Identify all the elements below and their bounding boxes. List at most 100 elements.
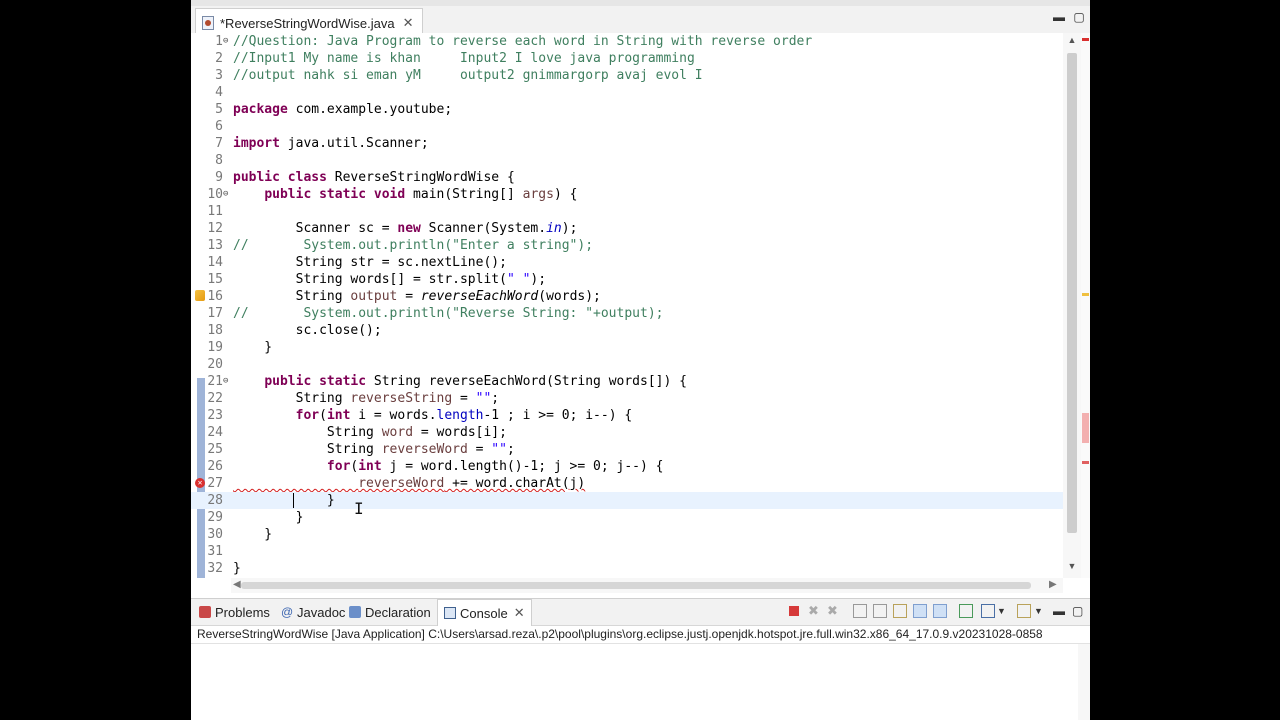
line-number: 5 bbox=[215, 102, 223, 117]
code-line[interactable]: 3 //output nahk si eman yM output2 gnimm… bbox=[191, 67, 1063, 84]
code-editor[interactable]: 1 ⊖ //Question: Java Program to reverse … bbox=[191, 33, 1090, 593]
code-line[interactable]: 32 } bbox=[191, 560, 1063, 578]
toolbar-strip bbox=[191, 0, 1090, 6]
code-line[interactable]: 14 String str = sc.nextLine(); bbox=[191, 254, 1063, 271]
bottom-view-panel: Problems @ Javadoc Declaration Console ✕… bbox=[191, 598, 1090, 720]
line-number: 14 bbox=[207, 255, 223, 270]
code-text: //Input1 My name is khan Input2 I love j… bbox=[233, 51, 695, 66]
code-line[interactable]: 30 } bbox=[191, 526, 1063, 543]
error-marker-icon[interactable] bbox=[1082, 38, 1089, 41]
warning-marker-icon[interactable] bbox=[1082, 293, 1089, 296]
line-number: 25 bbox=[207, 442, 223, 457]
fold-collapse-icon[interactable]: ⊖ bbox=[223, 373, 228, 390]
ibeam-cursor-icon: I bbox=[354, 499, 364, 518]
code-line[interactable]: 22 String reverseString = ""; bbox=[191, 390, 1063, 407]
line-number: 9 bbox=[215, 170, 223, 185]
code-line[interactable]: 9 public class ReverseStringWordWise { bbox=[191, 169, 1063, 186]
code-line[interactable]: 1 ⊖ //Question: Java Program to reverse … bbox=[191, 33, 1063, 50]
code-text: reverseWord += word.charAt(j) bbox=[358, 476, 586, 491]
code-line[interactable]: 23 for(int i = words.length-1 ; i >= 0; … bbox=[191, 407, 1063, 424]
tab-console[interactable]: Console ✕ bbox=[437, 599, 532, 626]
tab-declaration[interactable]: Declaration bbox=[349, 599, 431, 625]
code-text: String words[] = str.split(" "); bbox=[233, 272, 547, 287]
code-line[interactable]: 6 bbox=[191, 118, 1063, 135]
open-console-icon[interactable] bbox=[1017, 604, 1031, 618]
code-text: public static void main(String[] args) { bbox=[264, 187, 578, 202]
code-line[interactable]: 19 } bbox=[191, 339, 1063, 356]
console-scrollbar[interactable] bbox=[1078, 644, 1090, 720]
code-line[interactable]: 16 String output = reverseEachWord(words… bbox=[191, 288, 1063, 305]
code-line[interactable]: 18 sc.close(); bbox=[191, 322, 1063, 339]
terminate-icon[interactable] bbox=[789, 606, 799, 616]
remove-launch-icon[interactable]: ✖ bbox=[808, 604, 822, 618]
word-wrap-icon[interactable] bbox=[893, 604, 907, 618]
scroll-up-icon[interactable]: ▲ bbox=[1066, 35, 1078, 45]
show-on-error-icon[interactable] bbox=[933, 604, 947, 618]
fold-collapse-icon[interactable]: ⊖ bbox=[223, 33, 228, 50]
code-line[interactable]: ✕ 27 reverseWord += word.charAt(j) bbox=[191, 475, 1063, 492]
code-line[interactable]: 24 String word = words[i]; bbox=[191, 424, 1063, 441]
tab-problems[interactable]: Problems bbox=[199, 599, 270, 625]
scroll-lock-icon[interactable] bbox=[873, 604, 887, 618]
tab-problems-label: Problems bbox=[215, 604, 270, 620]
code-line[interactable]: 12 Scanner sc = new Scanner(System.in); bbox=[191, 220, 1063, 237]
code-line[interactable]: 5 package com.example.youtube; bbox=[191, 101, 1063, 118]
code-line[interactable]: 11 bbox=[191, 203, 1063, 220]
console-output[interactable] bbox=[191, 643, 1090, 720]
pin-console-icon[interactable] bbox=[959, 604, 973, 618]
line-number: 19 bbox=[207, 340, 223, 355]
scroll-down-icon[interactable]: ▼ bbox=[1066, 561, 1078, 571]
error-marker-icon[interactable] bbox=[1082, 461, 1089, 464]
console-icon bbox=[444, 607, 456, 619]
show-on-output-icon[interactable] bbox=[913, 604, 927, 618]
line-number: 4 bbox=[215, 85, 223, 100]
code-line[interactable]: 17 // System.out.println("Reverse String… bbox=[191, 305, 1063, 322]
clear-console-icon[interactable] bbox=[853, 604, 867, 618]
editor-horizontal-scrollbar[interactable]: ◀ ▶ bbox=[231, 578, 1063, 593]
code-line-current[interactable]: 28 } bbox=[191, 492, 1063, 509]
code-line[interactable]: 13 // System.out.println("Enter a string… bbox=[191, 237, 1063, 254]
editor-vertical-scrollbar[interactable]: ▲ ▼ bbox=[1063, 33, 1081, 578]
line-number: 18 bbox=[207, 323, 223, 338]
code-text: for(int j = word.length()-1; j >= 0; j--… bbox=[326, 459, 664, 474]
scroll-right-icon[interactable]: ▶ bbox=[1049, 579, 1057, 590]
code-line[interactable]: 20 bbox=[191, 356, 1063, 373]
code-text: //Question: Java Program to reverse each… bbox=[233, 34, 813, 49]
minimize-icon[interactable]: ▬ bbox=[1053, 604, 1067, 618]
maximize-icon[interactable]: ▢ bbox=[1072, 604, 1086, 618]
line-number: 23 bbox=[207, 408, 223, 423]
minimize-icon[interactable]: ▬ bbox=[1052, 10, 1066, 24]
code-text: import java.util.Scanner; bbox=[233, 136, 429, 151]
maximize-icon[interactable]: ▢ bbox=[1072, 10, 1086, 24]
tab-javadoc[interactable]: @ Javadoc bbox=[281, 599, 345, 625]
close-icon[interactable]: ✕ bbox=[403, 15, 414, 31]
chevron-down-icon[interactable]: ▼ bbox=[1034, 604, 1048, 618]
code-text: String word = words[i]; bbox=[233, 425, 507, 440]
remove-all-launches-icon[interactable]: ✖ bbox=[827, 604, 841, 618]
code-line[interactable]: 26 for(int j = word.length()-1; j >= 0; … bbox=[191, 458, 1063, 475]
code-line[interactable]: 10 ⊖ public static void main(String[] ar… bbox=[191, 186, 1063, 203]
tab-console-label: Console bbox=[460, 605, 508, 621]
chevron-down-icon[interactable]: ▼ bbox=[997, 604, 1011, 618]
occurrence-marker[interactable] bbox=[1082, 413, 1089, 443]
code-text: } bbox=[233, 493, 335, 508]
close-icon[interactable]: ✕ bbox=[514, 605, 525, 621]
code-line[interactable]: 25 String reverseWord = ""; bbox=[191, 441, 1063, 458]
scrollbar-thumb[interactable] bbox=[1067, 53, 1077, 533]
scroll-left-icon[interactable]: ◀ bbox=[233, 579, 241, 590]
code-line[interactable]: 2 //Input1 My name is khan Input2 I love… bbox=[191, 50, 1063, 67]
line-number: 13 bbox=[207, 238, 223, 253]
code-line[interactable]: 21 ⊖ public static String reverseEachWor… bbox=[191, 373, 1063, 390]
scrollbar-thumb[interactable] bbox=[241, 582, 1031, 589]
line-number: 12 bbox=[207, 221, 223, 236]
display-console-icon[interactable] bbox=[981, 604, 995, 618]
code-line[interactable]: 8 bbox=[191, 152, 1063, 169]
code-line[interactable]: 29 } bbox=[191, 509, 1063, 526]
code-line[interactable]: 7 import java.util.Scanner; bbox=[191, 135, 1063, 152]
fold-collapse-icon[interactable]: ⊖ bbox=[223, 186, 228, 203]
problems-icon bbox=[199, 606, 211, 618]
overview-ruler[interactable] bbox=[1081, 33, 1090, 578]
code-line[interactable]: 15 String words[] = str.split(" "); bbox=[191, 271, 1063, 288]
code-line[interactable]: 4 bbox=[191, 84, 1063, 101]
code-line[interactable]: 31 bbox=[191, 543, 1063, 560]
